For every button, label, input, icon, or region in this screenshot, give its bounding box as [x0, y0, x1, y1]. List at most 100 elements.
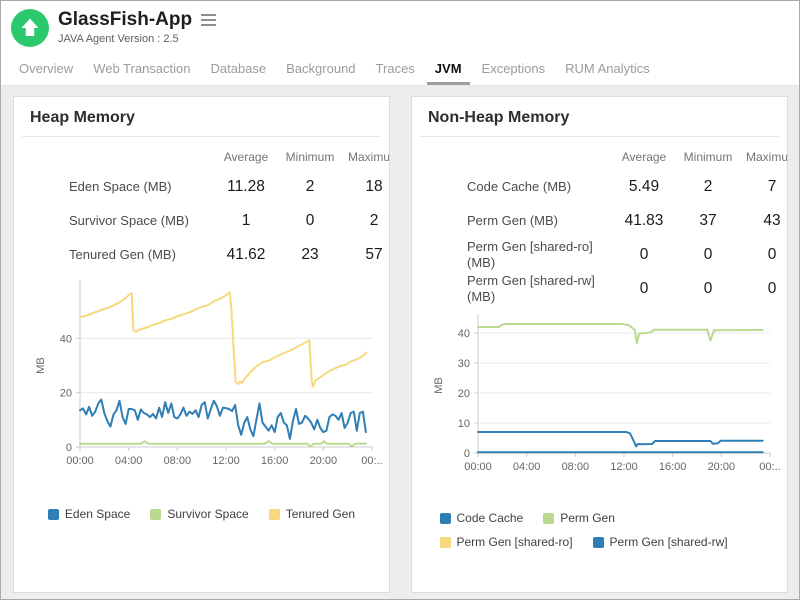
- panel-title: Heap Memory: [30, 109, 373, 127]
- x-tick-label: 16:00: [659, 461, 687, 473]
- app-title: GlassFish-App: [58, 9, 192, 31]
- stat-row-perm-gen-shared-rw-mb: Perm Gen [shared-rw] (MB)000: [467, 272, 787, 306]
- panel-title: Non-Heap Memory: [428, 109, 771, 127]
- series-perm-gen: [478, 324, 763, 344]
- legend-swatch: [150, 509, 161, 520]
- x-tick-label: 00:00: [464, 461, 492, 473]
- stat-value: 7: [740, 178, 788, 196]
- legend-item-perm-gen[interactable]: Perm Gen: [543, 511, 615, 525]
- stat-value: 11.28: [214, 178, 278, 196]
- app-header: GlassFish-App JAVA Agent Version : 2.5: [1, 1, 799, 47]
- legend-label: Perm Gen [shared-ro]: [457, 535, 573, 549]
- legend-item-perm-gen-shared-rw[interactable]: Perm Gen [shared-rw]: [593, 535, 728, 549]
- stat-value: 0: [278, 212, 342, 230]
- stat-label: Eden Space (MB): [69, 179, 214, 195]
- y-axis-title: MB: [35, 357, 47, 374]
- x-tick-label: 12:00: [610, 461, 638, 473]
- divider: [420, 136, 779, 137]
- stat-value: 57: [342, 246, 390, 264]
- stat-label: Code Cache (MB): [467, 179, 612, 195]
- non-heap-stats-table: AverageMinimumMaximumCode Cache (MB)5.49…: [412, 145, 787, 306]
- stat-row-perm-gen-mb: Perm Gen (MB)41.833743: [467, 204, 787, 238]
- legend-label: Survivor Space: [167, 507, 248, 521]
- stat-value: 2: [676, 178, 740, 196]
- menu-icon[interactable]: [199, 12, 218, 28]
- main-content: Heap Memory AverageMinimumMaximumEden Sp…: [1, 86, 799, 600]
- tab-web-transaction[interactable]: Web Transaction: [83, 57, 200, 85]
- stat-value: 0: [740, 246, 788, 264]
- stat-row-survivor-space-mb: Survivor Space (MB)102: [69, 204, 389, 238]
- x-tick-label: 04:00: [513, 461, 541, 473]
- x-tick-label: 08:00: [164, 455, 192, 467]
- stats-header-row: AverageMinimumMaximum: [69, 145, 389, 169]
- tab-traces[interactable]: Traces: [366, 57, 425, 85]
- y-tick-label: 0: [66, 442, 72, 454]
- legend-label: Eden Space: [65, 507, 130, 521]
- app-window: GlassFish-App JAVA Agent Version : 2.5 O…: [0, 0, 800, 600]
- column-header-maximum: Maximum: [342, 150, 390, 164]
- column-header-minimum: Minimum: [676, 150, 740, 164]
- tab-rum-analytics[interactable]: RUM Analytics: [555, 57, 660, 85]
- stat-value: 5.49: [612, 178, 676, 196]
- app-status-icon: [11, 9, 49, 47]
- stat-value: 2: [278, 178, 342, 196]
- legend-item-code-cache[interactable]: Code Cache: [440, 511, 524, 525]
- non-heap-memory-chart: 01020304000:0004:0008:0012:0016:0020:000…: [428, 308, 786, 483]
- column-header-average: Average: [214, 150, 278, 164]
- stat-value: 0: [612, 246, 676, 264]
- legend-swatch: [440, 537, 451, 548]
- y-tick-label: 30: [458, 358, 470, 370]
- y-tick-label: 40: [60, 333, 72, 345]
- series-tenured-gen: [80, 292, 367, 387]
- divider: [22, 136, 381, 137]
- legend-item-eden-space[interactable]: Eden Space: [48, 507, 130, 521]
- legend-item-perm-gen-shared-ro[interactable]: Perm Gen [shared-ro]: [440, 535, 573, 549]
- tab-jvm[interactable]: JVM: [425, 57, 472, 85]
- series-survivor-space: [80, 441, 366, 447]
- tab-database[interactable]: Database: [201, 57, 277, 85]
- stat-label: Perm Gen [shared-rw] (MB): [467, 273, 612, 305]
- tab-exceptions[interactable]: Exceptions: [472, 57, 556, 85]
- stat-row-tenured-gen-mb: Tenured Gen (MB)41.622357: [69, 238, 389, 272]
- legend-label: Perm Gen [shared-rw]: [610, 535, 728, 549]
- stat-value: 1: [214, 212, 278, 230]
- non-heap-memory-panel: Non-Heap Memory AverageMinimumMaximumCod…: [411, 96, 788, 593]
- legend-item-tenured-gen[interactable]: Tenured Gen: [269, 507, 355, 521]
- legend-label: Tenured Gen: [286, 507, 355, 521]
- x-tick-label: 20:00: [310, 455, 338, 467]
- stat-value: 18: [342, 178, 390, 196]
- title-block: GlassFish-App JAVA Agent Version : 2.5: [58, 9, 218, 47]
- y-tick-label: 40: [458, 328, 470, 340]
- tab-overview[interactable]: Overview: [9, 57, 83, 85]
- x-tick-label: 08:00: [562, 461, 590, 473]
- legend-item-survivor-space[interactable]: Survivor Space: [150, 507, 248, 521]
- y-axis-title: MB: [433, 377, 445, 394]
- y-tick-label: 10: [458, 418, 470, 430]
- legend-swatch: [48, 509, 59, 520]
- column-header-maximum: Maximum: [740, 150, 788, 164]
- stat-value: 0: [612, 280, 676, 298]
- tab-background[interactable]: Background: [276, 57, 365, 85]
- x-tick-label: 00:..: [759, 461, 780, 473]
- heap-chart-legend: Eden Space Survivor Space Tenured Gen: [14, 507, 389, 521]
- series-eden-space: [80, 400, 366, 439]
- stat-value: 0: [740, 280, 788, 298]
- x-tick-label: 04:00: [115, 455, 143, 467]
- y-tick-label: 20: [458, 388, 470, 400]
- legend-label: Code Cache: [457, 511, 524, 525]
- series-code-cache: [478, 432, 763, 446]
- x-tick-label: 00:00: [66, 455, 94, 467]
- stat-value: 43: [740, 212, 788, 230]
- stat-value: 23: [278, 246, 342, 264]
- stat-row-perm-gen-shared-ro-mb: Perm Gen [shared-ro] (MB)000: [467, 238, 787, 272]
- stats-header-row: AverageMinimumMaximum: [467, 145, 787, 169]
- heap-memory-chart: 0204000:0004:0008:0012:0016:0020:0000:..…: [30, 274, 388, 479]
- stat-value: 0: [676, 246, 740, 264]
- column-header-average: Average: [612, 150, 676, 164]
- stat-row-code-cache-mb: Code Cache (MB)5.4927: [467, 170, 787, 204]
- agent-version: JAVA Agent Version : 2.5: [58, 33, 218, 45]
- stat-label: Perm Gen [shared-ro] (MB): [467, 239, 612, 271]
- column-header-minimum: Minimum: [278, 150, 342, 164]
- x-tick-label: 20:00: [708, 461, 736, 473]
- legend-swatch: [269, 509, 280, 520]
